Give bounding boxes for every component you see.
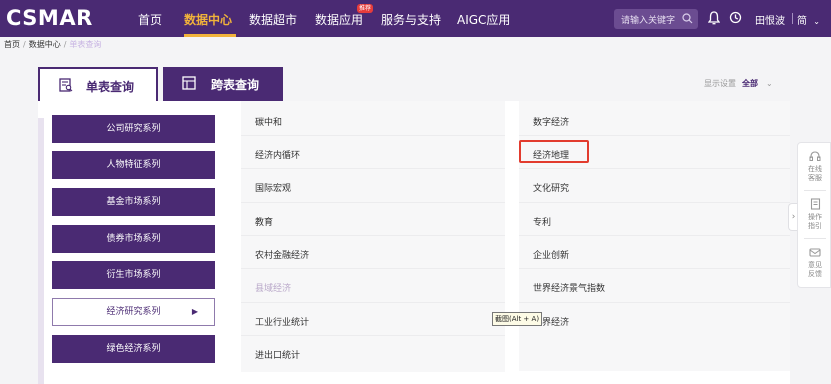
category-carbon-neutral[interactable]: 碳中和 [255, 115, 282, 128]
chevron-down-icon: ⌄ [813, 17, 820, 26]
online-service-label-1: 在线 [808, 165, 822, 173]
cross-table-icon [182, 76, 196, 90]
float-divider [804, 238, 826, 239]
category-import-export[interactable]: 进出口统计 [255, 348, 300, 361]
row-divider [519, 268, 790, 269]
row-divider [241, 268, 505, 269]
category-world-economic-index[interactable]: 世界经济景气指数 [533, 281, 605, 294]
float-divider [804, 190, 826, 191]
online-service-label-2: 客服 [808, 174, 822, 182]
feedback-button[interactable]: 意见 反馈 [798, 247, 831, 279]
bell-icon[interactable] [708, 11, 720, 25]
operation-guide-label-2: 指引 [808, 222, 822, 230]
series-bond-market[interactable]: 债券市场系列 [52, 225, 215, 253]
operation-guide-label-1: 操作 [808, 213, 822, 221]
breadcrumb: 首页 / 数据中心 / 单表查询 [4, 40, 102, 49]
guide-icon [810, 198, 820, 210]
row-divider [519, 235, 790, 236]
row-divider [519, 302, 790, 303]
nav-item-data-apps[interactable]: 数据应用 [315, 11, 363, 28]
nav-active-underline [184, 34, 236, 37]
display-settings-value: 全部 [742, 79, 758, 88]
category-culture-research[interactable]: 文化研究 [533, 181, 569, 194]
search-icon[interactable] [682, 13, 693, 24]
category-rural-finance[interactable]: 农村金融经济 [255, 248, 309, 261]
series-economic-research-label: 经济研究系列 [106, 307, 161, 317]
category-enterprise-innovation[interactable]: 企业创新 [533, 248, 569, 261]
series-company-research[interactable]: 公司研究系列 [52, 115, 215, 143]
recommend-badge: 推荐 [357, 4, 374, 13]
nav-item-data-market[interactable]: 数据超市 [249, 11, 297, 28]
row-divider [241, 235, 505, 236]
category-digital-economy[interactable]: 数字经济 [533, 115, 569, 128]
category-domestic-circulation[interactable]: 经济内循环 [255, 148, 300, 161]
top-nav: CSMAR 首页 数据中心 数据超市 数据应用 推荐 服务与支持 AIGC应用 … [0, 0, 831, 37]
category-patents[interactable]: 专利 [533, 215, 551, 228]
row-divider [241, 302, 505, 303]
breadcrumb-home[interactable]: 首页 [4, 40, 20, 49]
feedback-label-2: 反馈 [808, 270, 822, 278]
nav-item-home[interactable]: 首页 [138, 11, 162, 28]
selection-highlight [519, 140, 589, 163]
display-settings-label: 显示设置 [704, 79, 736, 88]
nav-divider [792, 13, 793, 24]
series-scroll-track [38, 118, 44, 384]
breadcrumb-data-center[interactable]: 数据中心 [29, 40, 61, 49]
tab-cross-table[interactable]: 跨表查询 [163, 67, 283, 101]
breadcrumb-current: 单表查询 [69, 40, 102, 49]
row-divider [241, 135, 505, 136]
row-divider [241, 168, 505, 169]
series-derivatives-market[interactable]: 衍生市场系列 [52, 261, 215, 289]
row-divider [519, 202, 790, 203]
tab-cross-table-label: 跨表查询 [211, 78, 260, 92]
search-input[interactable]: 请输入关键字 [614, 9, 698, 29]
tab-single-table-label: 单表查询 [86, 80, 135, 94]
category-column-middle [241, 101, 505, 372]
headset-icon [809, 151, 821, 161]
brand-logo[interactable]: CSMAR [6, 6, 93, 30]
chevron-down-icon: ⌄ [766, 79, 773, 88]
floating-help-bar: 在线 客服 操作 指引 意见 反馈 [797, 142, 831, 288]
history-icon[interactable] [729, 11, 742, 24]
category-international-macro[interactable]: 国际宏观 [255, 181, 291, 194]
series-fund-market[interactable]: 基金市场系列 [52, 188, 215, 216]
category-industry-statistics[interactable]: 工业行业统计 [255, 315, 309, 328]
operation-guide-button[interactable]: 操作 指引 [798, 198, 831, 231]
feedback-icon [809, 248, 821, 257]
series-economic-research[interactable]: 经济研究系列 ▶ [52, 298, 215, 326]
tab-single-table[interactable]: 单表查询 [38, 67, 158, 101]
series-green-economy[interactable]: 绿色经济系列 [52, 335, 215, 363]
row-divider [241, 202, 505, 203]
online-service-button[interactable]: 在线 客服 [798, 151, 831, 183]
nav-item-data-center[interactable]: 数据中心 [184, 11, 232, 28]
screenshot-tooltip: 截图(Alt + A) [492, 312, 543, 326]
single-table-icon [59, 78, 73, 92]
user-name[interactable]: 田恨波 [755, 12, 785, 27]
language-label: 简 [797, 16, 807, 27]
nav-item-service-support[interactable]: 服务与支持 [381, 11, 441, 28]
series-person-features[interactable]: 人物特征系列 [52, 151, 215, 179]
category-county-economy[interactable]: 县域经济 [255, 281, 291, 294]
caret-right-icon: ▶ [191, 307, 198, 316]
display-settings[interactable]: 显示设置 全部 ⌄ [704, 78, 773, 89]
nav-item-aigc[interactable]: AIGC应用 [457, 11, 510, 28]
category-education[interactable]: 教育 [255, 215, 273, 228]
search-placeholder: 请输入关键字 [621, 16, 676, 26]
row-divider [519, 135, 790, 136]
language-selector[interactable]: 简 ⌄ [797, 12, 820, 27]
row-divider [241, 335, 505, 336]
feedback-label-1: 意见 [808, 261, 822, 269]
row-divider [519, 168, 790, 169]
